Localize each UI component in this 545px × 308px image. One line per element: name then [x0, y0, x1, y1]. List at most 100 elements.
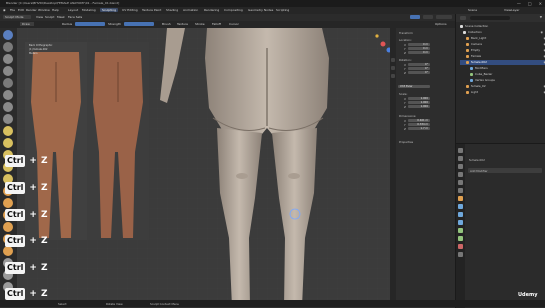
outliner-row-selected[interactable]: female.002 ◉: [460, 60, 545, 65]
tab-sculpting[interactable]: Sculpting: [100, 8, 119, 12]
scene-selector[interactable]: Scene: [468, 8, 477, 12]
outliner-row[interactable]: female_02 ◉: [460, 84, 545, 89]
scale-z-field[interactable]: 1.000: [408, 104, 430, 108]
properties-section-header[interactable]: Properties: [399, 140, 413, 144]
texture-tab-icon[interactable]: [458, 252, 463, 257]
scene-tab-icon[interactable]: [458, 180, 463, 185]
outliner-row[interactable]: Scene Collection: [460, 24, 542, 29]
menu-edit[interactable]: Edit: [18, 8, 24, 12]
world-tab-icon[interactable]: [458, 188, 463, 193]
draw-brush-icon[interactable]: [3, 30, 13, 40]
rotation-z-field[interactable]: 0°: [408, 70, 430, 74]
brush-menu[interactable]: Brush: [162, 22, 171, 26]
tab-tool[interactable]: [391, 66, 395, 70]
tab-modeling[interactable]: Modeling: [82, 8, 96, 12]
tab-view[interactable]: [391, 74, 395, 78]
header-menu-view[interactable]: View: [36, 15, 43, 19]
location-y-field[interactable]: 0 m: [408, 46, 430, 50]
material-tab-icon[interactable]: [458, 244, 463, 249]
outliner-row[interactable]: Vertex Groups: [460, 78, 545, 83]
blob-brush-icon[interactable]: [3, 102, 13, 112]
menu-render[interactable]: Render: [26, 8, 37, 12]
tab-texture-paint[interactable]: Texture Paint: [142, 8, 161, 12]
menu-window[interactable]: Window: [38, 8, 50, 12]
radius-slider[interactable]: [75, 22, 105, 26]
falloff-menu[interactable]: Falloff: [212, 22, 221, 26]
rotation-mode-select[interactable]: XYZ Euler: [398, 85, 430, 89]
flatten-brush-icon[interactable]: [3, 138, 13, 148]
tab-shading[interactable]: Shading: [166, 8, 178, 12]
header-menu-face-sets[interactable]: Face Sets: [68, 15, 82, 19]
shading-mode[interactable]: [436, 15, 452, 19]
gizmo-toggle[interactable]: [423, 15, 433, 19]
filter-icon[interactable]: ▼: [540, 15, 542, 19]
outliner-row[interactable]: Light ◉: [460, 90, 545, 95]
dimensions-y-field[interactable]: 0.334 m: [408, 122, 430, 126]
outliner-row[interactable]: Back_Light ◉: [460, 36, 545, 41]
strength-slider[interactable]: [124, 22, 154, 26]
maximize-icon[interactable]: □: [528, 1, 532, 6]
view-layer-selector[interactable]: ViewLayer: [504, 8, 519, 12]
location-x-field[interactable]: 0 m: [408, 42, 430, 46]
tab-scripting[interactable]: Scripting: [276, 8, 289, 12]
tab-item[interactable]: [391, 58, 395, 62]
data-tab-icon[interactable]: [458, 236, 463, 241]
transform-header[interactable]: Transform: [399, 31, 413, 35]
options-menu[interactable]: Options: [435, 22, 447, 26]
constraints-tab-icon[interactable]: [458, 228, 463, 233]
texture-menu[interactable]: Texture: [177, 22, 188, 26]
smooth-brush-icon[interactable]: [3, 126, 13, 136]
dimensions-z-field[interactable]: 1.7 m: [408, 126, 430, 130]
outliner: ▼ Scene Collection Collection ◉ Back_Ligh…: [455, 14, 545, 143]
stroke-menu[interactable]: Stroke: [195, 22, 205, 26]
tab-uv-editing[interactable]: UV Editing: [122, 8, 138, 12]
inflate-brush-icon[interactable]: [3, 90, 13, 100]
scale-y-field[interactable]: 1.000: [408, 100, 430, 104]
outliner-row[interactable]: Cube_Bezier: [460, 72, 545, 77]
shortcut-overlay: Ctrl + Z: [5, 232, 51, 250]
physics-tab-icon[interactable]: [458, 220, 463, 225]
outliner-row[interactable]: Modifiers: [460, 66, 545, 71]
outliner-row[interactable]: Camera ◉: [460, 42, 545, 47]
menu-help[interactable]: Help: [52, 8, 59, 12]
minimize-icon[interactable]: —: [517, 1, 521, 6]
close-icon[interactable]: ✕: [539, 1, 542, 6]
crease-brush-icon[interactable]: [3, 114, 13, 124]
clay-strips-brush-icon[interactable]: [3, 66, 13, 76]
scale-x-field[interactable]: 1.000: [408, 96, 430, 100]
view-layer-tab-icon[interactable]: [458, 172, 463, 177]
header-menu-sculpt[interactable]: Sculpt: [45, 15, 54, 19]
status-rotate-view: Rotate View: [106, 302, 123, 306]
blender-logo-icon[interactable]: ◉: [3, 8, 6, 12]
location-z-field[interactable]: 0 m: [408, 50, 430, 54]
view-orientation-button[interactable]: [410, 15, 420, 19]
ctrl-key: Ctrl: [5, 262, 26, 274]
modifier-tab-icon[interactable]: [458, 204, 463, 209]
menu-file[interactable]: File: [10, 8, 15, 12]
outliner-row[interactable]: Collection ◉: [460, 30, 545, 35]
tool-tab-icon[interactable]: [458, 148, 463, 153]
visibility-icon[interactable]: ◉: [541, 30, 543, 34]
row-label: Light: [471, 90, 478, 94]
render-tab-icon[interactable]: [458, 156, 463, 161]
outliner-row[interactable]: Empty ◉: [460, 48, 545, 53]
tab-geometry-nodes[interactable]: Geometry Nodes: [248, 8, 273, 12]
clay-brush-icon[interactable]: [3, 54, 13, 64]
particles-tab-icon[interactable]: [458, 212, 463, 217]
dimensions-x-field[interactable]: 0.461 m: [408, 118, 430, 122]
rotation-y-field[interactable]: 0°: [408, 66, 430, 70]
output-tab-icon[interactable]: [458, 164, 463, 169]
tab-rendering[interactable]: Rendering: [204, 8, 219, 12]
layer-brush-icon[interactable]: [3, 78, 13, 88]
object-tab-icon[interactable]: [458, 196, 463, 201]
rotation-x-field[interactable]: 0°: [408, 62, 430, 66]
tab-animation[interactable]: Animation: [183, 8, 198, 12]
header-menu-mask[interactable]: Mask: [57, 15, 65, 19]
outliner-row[interactable]: Female ◉: [460, 54, 545, 59]
tab-compositing[interactable]: Compositing: [224, 8, 243, 12]
cursor-menu[interactable]: Cursor: [229, 22, 239, 26]
outliner-search-input[interactable]: [470, 16, 510, 20]
tab-layout[interactable]: Layout: [68, 8, 78, 12]
display-mode-icon[interactable]: [460, 16, 466, 20]
draw-sharp-brush-icon[interactable]: [3, 42, 13, 52]
